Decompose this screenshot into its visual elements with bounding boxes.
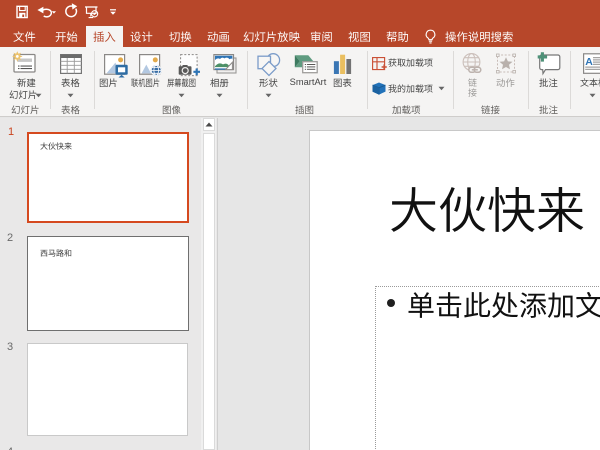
svg-text:A: A xyxy=(585,56,593,68)
